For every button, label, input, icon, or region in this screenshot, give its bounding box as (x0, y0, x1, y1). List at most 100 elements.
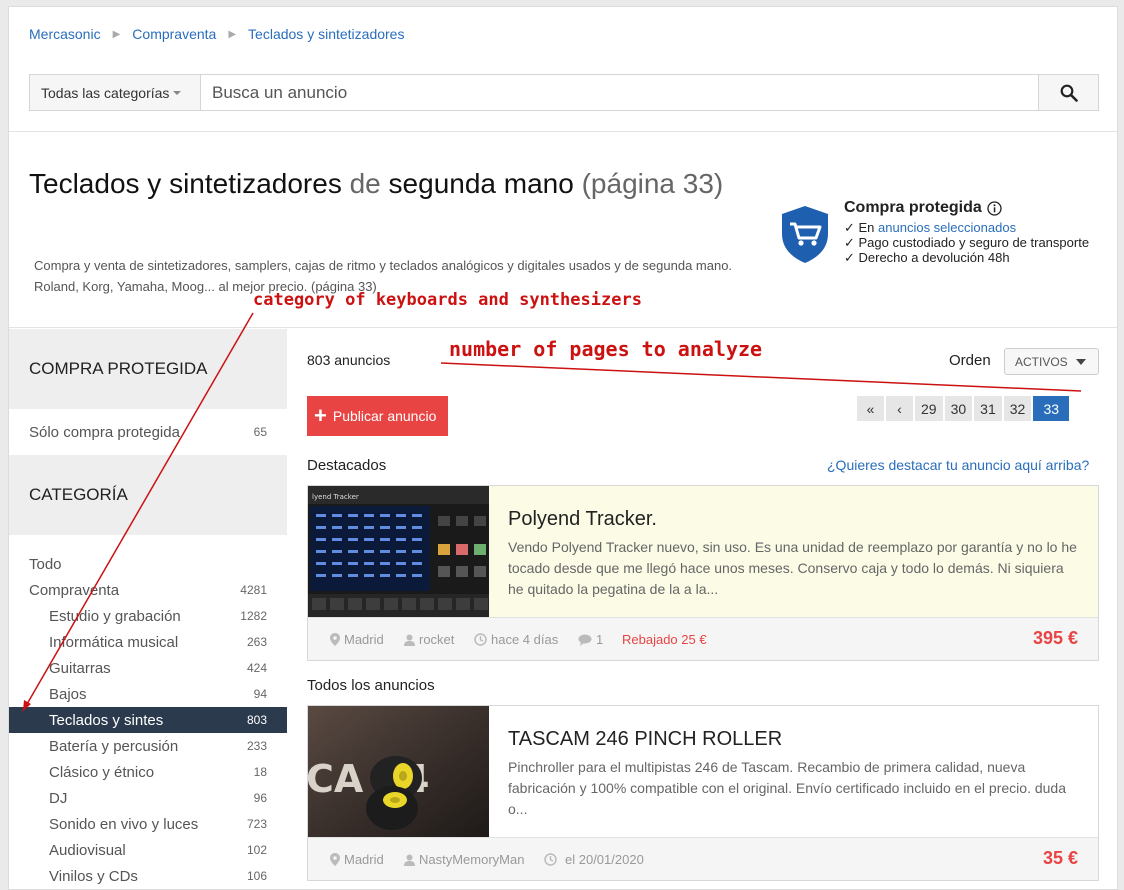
ad-description: Pinchroller para el multipistas 246 de T… (508, 759, 1066, 817)
sidebar-item-category[interactable]: Informática musical 263 (9, 629, 287, 655)
sidebar-item-category[interactable]: Sonido en vivo y luces 723 (9, 811, 287, 837)
sidebar-item-count: 65 (253, 425, 267, 439)
divider (9, 131, 1117, 132)
caret-down-icon (1075, 358, 1086, 365)
title-rest: segunda mano (388, 168, 574, 199)
ad-time: el 20/01/2020 (544, 852, 644, 867)
protected-line-1: ✓ En anuncios seleccionados (844, 220, 1089, 235)
search-input[interactable] (201, 75, 1038, 110)
ad-footer: Madrid NastyMemoryMan el 20/01/2020 35 € (308, 837, 1098, 880)
publish-ad-label: Publicar anuncio (332, 408, 437, 424)
shield-cart-icon (782, 206, 828, 263)
page-button[interactable]: « (857, 396, 884, 421)
sidebar-item-category[interactable]: Teclados y sintes 803 (9, 707, 287, 733)
sidebar-item-label: Clásico y étnico (49, 763, 155, 781)
sidebar-item-count: 18 (253, 765, 267, 779)
sidebar-item-label: Sonido en vivo y luces (49, 815, 199, 833)
sort-label: Orden (949, 352, 991, 369)
search-icon (1060, 84, 1078, 102)
page: Mercasonic ▶ Compraventa ▶ Teclados y si… (8, 6, 1118, 890)
tracker-image: lyend Tracker (308, 486, 489, 617)
protected-link[interactable]: anuncios seleccionados (878, 220, 1016, 235)
user-icon (404, 634, 415, 646)
category-select[interactable]: Todas las categorías (30, 75, 201, 110)
sidebar-item-category[interactable]: Batería y percusión 233 (9, 733, 287, 759)
sidebar-item-label: Compraventa (29, 581, 120, 599)
ad-card[interactable]: lyend Tracker Polyend Tracker. Vendo Pol… (307, 485, 1099, 661)
ad-title[interactable]: TASCAM 246 PINCH ROLLER (508, 728, 782, 751)
protected-title-text: Compra protegida (844, 199, 982, 216)
sidebar-item-protected[interactable]: Sólo compra protegida 65 (9, 419, 287, 445)
sidebar-item-category[interactable]: Clásico y étnico 18 (9, 759, 287, 785)
map-pin-icon (330, 633, 340, 646)
protected-line-2: ✓ Pago custodiado y seguro de transporte (844, 235, 1090, 250)
ad-user: NastyMemoryMan (404, 852, 524, 867)
clock-icon (544, 853, 557, 866)
ad-time: hace 4 días (474, 632, 558, 647)
sidebar-item-category[interactable]: Audiovisual 102 (9, 837, 287, 863)
ad-card[interactable]: CA 24 TASCAM 246 PINCH ROLLER Pinchrolle… (307, 705, 1099, 881)
divider (9, 327, 1117, 328)
sidebar-item-category[interactable]: Compraventa 4281 (9, 577, 287, 603)
page-button[interactable]: 29 (915, 396, 943, 421)
annotation-pages: number of pages to analyze (449, 337, 763, 361)
ad-comments: 1 (578, 632, 603, 647)
user-icon (404, 854, 415, 866)
tascam-image: CA 24 (308, 706, 489, 837)
search-button[interactable] (1038, 75, 1098, 110)
info-icon[interactable] (987, 200, 1002, 216)
sidebar-item-count: 94 (253, 687, 267, 701)
comment-icon (578, 634, 592, 646)
ad-price: 35 € (1042, 848, 1078, 868)
sidebar-item-count: 723 (246, 817, 267, 831)
sidebar-item-count: 233 (246, 739, 267, 753)
sidebar-item-count: 4281 (240, 583, 267, 597)
breadcrumb: Mercasonic ▶ Compraventa ▶ Teclados y si… (29, 26, 404, 42)
ad-thumbnail[interactable]: lyend Tracker (308, 486, 489, 617)
sidebar-item-category[interactable]: Todo (9, 551, 287, 577)
sidebar-item-label: Estudio y grabación (49, 607, 181, 625)
page-button[interactable]: 33 (1033, 396, 1070, 421)
sidebar-item-count: 102 (246, 843, 267, 857)
page-button[interactable]: 32 (1003, 396, 1032, 421)
feature-ad-link[interactable]: ¿Quieres destacar tu anuncio aquí arriba… (827, 457, 1089, 473)
page-button[interactable]: 30 (944, 396, 973, 421)
publish-ad-button[interactable]: + Publicar anuncio (307, 396, 448, 436)
sort-select[interactable]: ACTIVOS (1004, 348, 1099, 375)
sort-select-value: ACTIVOS (1015, 354, 1068, 369)
sidebar-item-category[interactable]: DJ 96 (9, 785, 287, 811)
ad-user-text: rocket (419, 632, 455, 647)
annotation-category: category of keyboards and synthesizers (253, 290, 642, 310)
sidebar-item-label: Guitarras (49, 659, 111, 677)
breadcrumb-item-teclados[interactable]: Teclados y sintetizadores (248, 26, 404, 42)
caret-down-icon (173, 90, 182, 95)
ad-price: 395 € (1032, 628, 1078, 648)
thumb-caption: lyend Tracker (312, 493, 359, 501)
sidebar-item-label: Informática musical (49, 633, 179, 651)
page-button[interactable]: 31 (974, 396, 1002, 421)
ad-location: Madrid (330, 632, 384, 647)
map-pin-icon (330, 853, 340, 866)
ad-location: Madrid (330, 852, 384, 867)
category-select-label: Todas las categorías (41, 84, 170, 101)
page-title: Teclados y sintetizadores de segunda man… (29, 167, 749, 200)
ad-thumbnail[interactable]: CA 24 (308, 706, 489, 837)
sidebar-heading-protected: COMPRA PROTEGIDA (9, 329, 287, 409)
page-button[interactable]: ‹ (886, 396, 913, 421)
protected-list: ✓ En anuncios seleccionados ✓ Pago custo… (844, 220, 1089, 265)
ad-location-text: Madrid (344, 852, 384, 867)
sidebar-item-category[interactable]: Estudio y grabación 1282 (9, 603, 287, 629)
ad-title[interactable]: Polyend Tracker. (508, 508, 657, 531)
ad-card-body: lyend Tracker Polyend Tracker. Vendo Pol… (308, 486, 1098, 617)
sidebar-item-category[interactable]: Bajos 94 (9, 681, 287, 707)
ad-footer: Madrid rocket hace 4 días 1 Rebajado 25 … (308, 617, 1098, 660)
sidebar-item-label: Audiovisual (49, 841, 126, 859)
sidebar-heading-category: CATEGORÍA (9, 455, 287, 535)
breadcrumb-item-mercasonic[interactable]: Mercasonic (29, 26, 101, 42)
breadcrumb-item-compraventa[interactable]: Compraventa (132, 26, 216, 42)
pagination: «‹ 29 30 31 32 33 (857, 396, 1070, 421)
ad-user-text: NastyMemoryMan (419, 852, 525, 867)
sidebar-item-category[interactable]: Vinilos y CDs 106 (9, 863, 287, 889)
search-bar: Todas las categorías (29, 74, 1099, 111)
sidebar-item-category[interactable]: Guitarras 424 (9, 655, 287, 681)
